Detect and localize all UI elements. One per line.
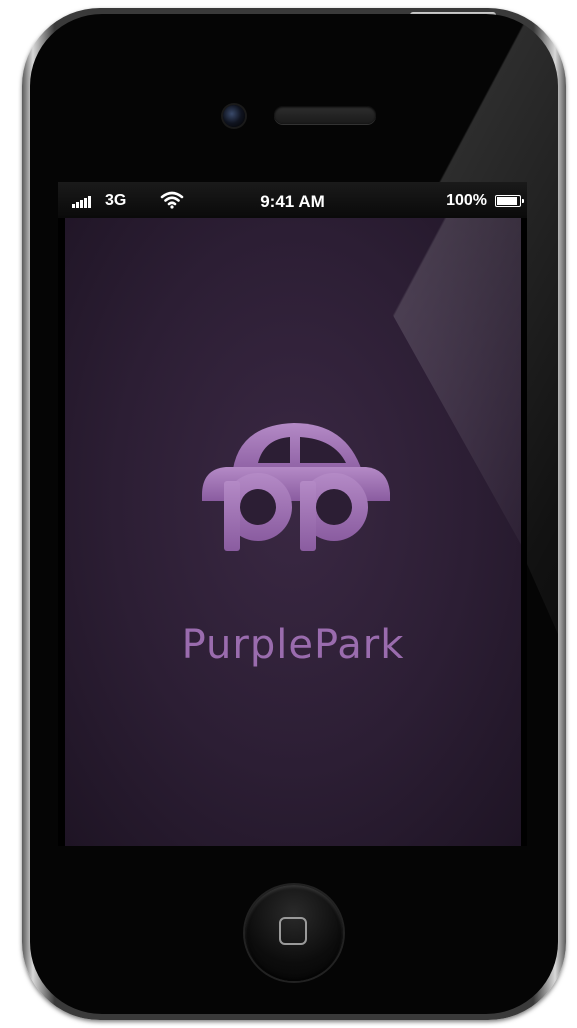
battery-percent: 100% — [446, 192, 487, 209]
earpiece-speaker — [274, 106, 376, 124]
front-camera-icon — [223, 105, 245, 127]
splash-screen: PurplePark — [65, 218, 521, 846]
status-bar: 3G 9:41 AM 100% — [58, 182, 527, 218]
battery-fill — [497, 197, 517, 205]
car-icon — [202, 423, 390, 551]
home-button-square-icon — [279, 917, 307, 945]
screen: 3G 9:41 AM 100% PurplePark — [58, 182, 527, 846]
home-button[interactable] — [245, 885, 343, 981]
app-name: PurplePark — [181, 622, 405, 668]
battery-icon — [495, 195, 524, 207]
